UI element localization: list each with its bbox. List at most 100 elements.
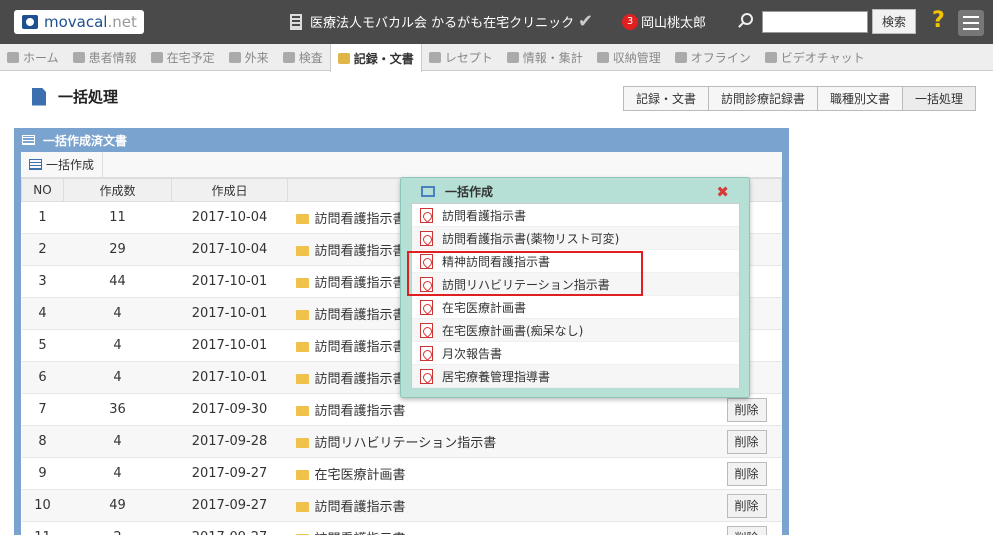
search-input[interactable] (762, 11, 868, 33)
pdf-icon (420, 253, 433, 269)
row-document[interactable]: 訪問看護指示書 (287, 521, 712, 535)
template-item[interactable]: 在宅医療計画書 (412, 296, 739, 319)
row-no: 11 (21, 521, 64, 535)
col-date[interactable]: 作成日 (171, 178, 288, 202)
template-item-label[interactable]: 居宅療養管理指導書 (442, 368, 550, 385)
building-icon (290, 13, 302, 30)
template-item[interactable]: 訪問リハビリテーション指示書 (412, 273, 739, 296)
nav-item-0[interactable]: ホーム (0, 44, 66, 71)
row-no: 3 (21, 265, 64, 298)
row-document[interactable]: 訪問看護指示書 (287, 489, 712, 522)
row-document-name[interactable]: 訪問看護指示書 (315, 500, 406, 515)
nav-label: レセプト (444, 51, 493, 65)
help-icon[interactable]: ? (932, 8, 945, 33)
nav-item-1[interactable]: 患者情報 (66, 44, 144, 71)
row-document-name[interactable]: 訪問看護指示書 (315, 244, 406, 259)
row-document-name[interactable]: 訪問看護指示書 (315, 404, 406, 419)
row-count: 2 (63, 521, 172, 535)
delete-button[interactable]: 削除 (726, 525, 767, 535)
row-document[interactable]: 訪問看護指示書 (287, 393, 712, 426)
row-document-name[interactable]: 訪問看護指示書 (315, 308, 406, 323)
row-date: 2017-10-01 (171, 329, 288, 362)
nav-item-5[interactable]: 記録・文書 (329, 44, 422, 72)
subtab-3[interactable]: 一括処理 (903, 86, 977, 111)
nav-item-4[interactable]: 検査 (276, 44, 330, 71)
check-icon[interactable]: ✔ (578, 11, 593, 32)
pdf-icon (420, 322, 433, 338)
delete-button[interactable]: 削除 (726, 493, 767, 518)
template-item-label[interactable]: 精神訪問看護指示書 (442, 253, 550, 270)
row-document-name[interactable]: 在宅医療計画書 (315, 468, 406, 483)
template-item[interactable]: 月次報告書 (412, 342, 739, 365)
subtab-1[interactable]: 訪問診療記録書 (709, 86, 819, 111)
batch-create-button[interactable]: 一括作成 (21, 151, 104, 178)
row-count: 4 (63, 425, 172, 458)
nav-icon (506, 52, 519, 63)
folder-icon (295, 438, 309, 448)
row-date: 2017-10-01 (171, 265, 288, 298)
template-item[interactable]: 訪問看護指示書 (412, 204, 739, 227)
table-row: 7 36 2017-09-30 訪問看護指示書 削除 (21, 393, 782, 426)
clinic-info: 医療法人モバカル会 かるがも在宅クリニック (290, 12, 574, 31)
row-document[interactable]: 訪問リハビリテーション指示書 (287, 425, 712, 458)
nav-item-10[interactable]: ビデオチャット (758, 44, 872, 71)
nav-item-7[interactable]: 情報・集計 (500, 44, 590, 71)
close-icon[interactable]: ✖ (716, 183, 729, 201)
hamburger-menu-icon[interactable] (958, 10, 984, 36)
pdf-icon (420, 368, 433, 384)
notification-badge[interactable]: 3 (622, 13, 638, 30)
nav-item-6[interactable]: レセプト (422, 44, 500, 71)
template-item-label[interactable]: 在宅医療計画書 (442, 299, 526, 316)
batch-create-dialog: 一括作成 ✖ 訪問看護指示書 訪問看護指示書(薬物リスト可変) 精神訪問看護指示書訪… (400, 177, 750, 398)
template-item-label[interactable]: 月次報告書 (442, 345, 502, 362)
delete-button[interactable]: 削除 (726, 461, 767, 486)
folder-icon (295, 374, 309, 384)
template-item-label[interactable]: 訪問看護指示書 (442, 207, 526, 224)
page-title: 一括処理 (58, 88, 119, 106)
delete-button[interactable]: 削除 (726, 429, 767, 454)
row-count: 4 (63, 361, 172, 394)
search-button[interactable]: 検索 (872, 9, 916, 34)
nav-icon (674, 52, 687, 63)
nav-item-8[interactable]: 収納管理 (590, 44, 668, 71)
subtab-2[interactable]: 職種別文書 (818, 86, 904, 111)
template-item-label[interactable]: 訪問リハビリテーション指示書 (442, 276, 610, 293)
template-item-label[interactable]: 在宅医療計画書(痴呆なし) (442, 322, 583, 339)
row-document-name[interactable]: 訪問看護指示書 (315, 276, 406, 291)
pdf-icon (420, 345, 433, 361)
user-name[interactable]: 岡山桃太郎 (641, 12, 706, 31)
delete-button[interactable]: 削除 (726, 397, 767, 422)
row-document[interactable]: 在宅医療計画書 (287, 457, 712, 490)
nav-item-9[interactable]: オフライン (668, 44, 758, 71)
row-count: 44 (63, 265, 172, 298)
panel-title: 一括作成済文書 (43, 133, 128, 148)
row-date: 2017-10-04 (171, 233, 288, 266)
nav-item-2[interactable]: 在宅予定 (144, 44, 222, 71)
row-date: 2017-10-04 (171, 201, 288, 234)
table-row: 10 49 2017-09-27 訪問看護指示書 削除 (21, 489, 782, 522)
logo[interactable]: movacal.net (14, 10, 144, 34)
row-document-name[interactable]: 訪問看護指示書 (315, 340, 406, 355)
document-icon (32, 87, 46, 106)
subtab-0[interactable]: 記録・文書 (623, 86, 710, 111)
col-count[interactable]: 作成数 (63, 178, 172, 202)
col-no[interactable]: NO (21, 178, 64, 202)
nav-icon (150, 52, 163, 63)
logo-text: movacal (44, 13, 108, 31)
row-count: 11 (63, 201, 172, 234)
row-document-name[interactable]: 訪問看護指示書 (315, 212, 406, 227)
template-item[interactable]: 在宅医療計画書(痴呆なし) (412, 319, 739, 342)
nav-item-3[interactable]: 外来 (222, 44, 276, 71)
user-info[interactable]: 3 岡山桃太郎 (622, 12, 706, 31)
template-item[interactable]: 居宅療養管理指導書 (412, 365, 739, 388)
logo-suffix: .net (107, 13, 137, 31)
list-icon (22, 135, 35, 145)
batch-create-label: 一括作成 (46, 158, 95, 172)
row-document-name[interactable]: 訪問看護指示書 (315, 372, 406, 387)
row-document-name[interactable]: 訪問リハビリテーション指示書 (315, 436, 497, 451)
nav-label: ホーム (23, 51, 59, 65)
folder-icon (295, 502, 309, 512)
template-item-label[interactable]: 訪問看護指示書(薬物リスト可変) (442, 230, 619, 247)
template-item[interactable]: 訪問看護指示書(薬物リスト可変) (412, 227, 739, 250)
template-item[interactable]: 精神訪問看護指示書 (412, 250, 739, 273)
